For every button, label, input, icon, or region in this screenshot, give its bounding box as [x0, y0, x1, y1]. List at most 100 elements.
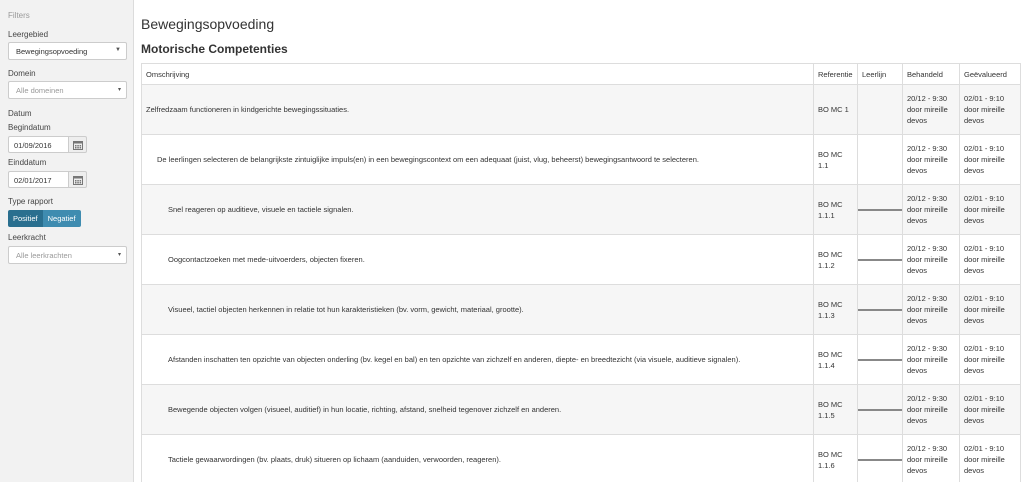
referentie-line: BO MC — [818, 199, 843, 209]
referentie-line: BO MC — [818, 249, 843, 259]
geevalueerd-line: 02/01 - 9:10 — [964, 94, 1005, 103]
referentie-line: 1.1.3 — [818, 310, 835, 320]
referentie-line: BO MC — [818, 299, 843, 309]
referentie-cell: BO MC 1.1.1 — [813, 184, 858, 235]
geevalueerd-cell: 02/01 - 9:10 door mireille devos — [959, 84, 1021, 135]
referentie-line: BO MC 1 — [818, 105, 849, 114]
geevalueerd-line: devos — [964, 466, 985, 475]
col-header-omschrijving: Omschrijving — [141, 63, 814, 85]
geevalueerd-cell: 02/01 - 9:10 door mireille devos — [959, 134, 1021, 185]
behandeld-line: door mireille — [907, 305, 948, 314]
referentie-line: BO MC — [818, 399, 843, 409]
geevalueerd-line: 02/01 - 9:10 — [964, 344, 1005, 353]
einddatum-label: Einddatum — [8, 158, 47, 167]
behandeld-line: door mireille — [907, 405, 948, 414]
behandeld-cell: 20/12 - 9:30 door mireille devos — [902, 384, 960, 435]
domein-select[interactable]: Alle domeinen ▾ — [8, 81, 127, 99]
table-row[interactable]: Visueel, tactiel objecten herkennen in r… — [141, 284, 1021, 335]
einddatum-calendar-button[interactable] — [69, 171, 87, 188]
behandeld-line: 20/12 - 9:30 — [907, 294, 948, 303]
referentie-line: 1.1 — [818, 160, 829, 170]
leerlijn-bar — [858, 359, 902, 361]
omschrijving-cell: Bewegende objecten volgen (visueel, audi… — [141, 384, 814, 435]
calendar-icon — [73, 176, 83, 185]
geevalueerd-line: door mireille — [964, 105, 1005, 114]
omschrijving-cell: Zelfredzaam functioneren in kindgerichte… — [141, 84, 814, 135]
domein-placeholder: Alle domeinen — [16, 86, 64, 95]
referentie-line: 1.1.4 — [818, 360, 835, 370]
table-row[interactable]: Afstanden inschatten ten opzichte van ob… — [141, 334, 1021, 385]
negatief-button[interactable]: Negatief — [42, 210, 81, 227]
behandeld-line: 20/12 - 9:30 — [907, 94, 948, 103]
table-row[interactable]: Bewegende objecten volgen (visueel, audi… — [141, 384, 1021, 435]
referentie-cell: BO MC 1.1.6 — [813, 434, 858, 482]
geevalueerd-line: 02/01 - 9:10 — [964, 394, 1005, 403]
datum-label: Datum — [8, 109, 32, 118]
table-row[interactable]: De leerlingen selecteren de belangrijkst… — [141, 134, 1021, 185]
geevalueerd-line: 02/01 - 9:10 — [964, 244, 1005, 253]
referentie-line: BO MC — [818, 449, 843, 459]
col-header-geevalueerd: Geëvalueerd — [959, 63, 1021, 85]
einddatum-input[interactable]: 02/01/2017 — [8, 171, 69, 188]
leerlijn-cell — [857, 334, 903, 385]
behandeld-line: devos — [907, 216, 928, 225]
leerkracht-placeholder: Alle leerkrachten — [16, 251, 72, 260]
leerlijn-cell — [857, 134, 903, 185]
omschrijving-cell: Visueel, tactiel objecten herkennen in r… — [141, 284, 814, 335]
table-row[interactable]: Snel reageren op auditieve, visuele en t… — [141, 184, 1021, 235]
referentie-line: 1.1.1 — [818, 210, 835, 220]
type-rapport-toggle: Positief Negatief — [8, 210, 81, 227]
omschrijving-cell: Tactiele gewaarwordingen (bv. plaats, dr… — [141, 434, 814, 482]
caret-down-icon: ▼ — [115, 47, 121, 53]
leerkracht-label: Leerkracht — [8, 233, 46, 242]
geevalueerd-cell: 02/01 - 9:10 door mireille devos — [959, 384, 1021, 435]
behandeld-cell: 20/12 - 9:30 door mireille devos — [902, 234, 960, 285]
behandeld-line: 20/12 - 9:30 — [907, 344, 948, 353]
begindatum-label: Begindatum — [8, 123, 51, 132]
calendar-icon — [73, 141, 83, 150]
referentie-cell: BO MC 1 — [813, 84, 858, 135]
behandeld-line: 20/12 - 9:30 — [907, 394, 948, 403]
leerkracht-select[interactable]: Alle leerkrachten ▾ — [8, 246, 127, 264]
leergebied-value: Bewegingsopvoeding — [16, 47, 88, 56]
geevalueerd-line: 02/01 - 9:10 — [964, 144, 1005, 153]
referentie-line: 1.1.5 — [818, 410, 835, 420]
geevalueerd-cell: 02/01 - 9:10 door mireille devos — [959, 334, 1021, 385]
geevalueerd-cell: 02/01 - 9:10 door mireille devos — [959, 434, 1021, 482]
table-row[interactable]: Zelfredzaam functioneren in kindgerichte… — [141, 84, 1021, 135]
behandeld-line: devos — [907, 466, 928, 475]
type-rapport-label: Type rapport — [8, 197, 53, 206]
behandeld-line: door mireille — [907, 105, 948, 114]
leerlijn-bar — [858, 459, 902, 461]
leergebied-select[interactable]: Bewegingsopvoeding ▼ — [8, 42, 127, 60]
geevalueerd-line: devos — [964, 266, 985, 275]
positief-button[interactable]: Positief — [8, 210, 43, 227]
leerlijn-cell — [857, 384, 903, 435]
geevalueerd-cell: 02/01 - 9:10 door mireille devos — [959, 234, 1021, 285]
behandeld-line: devos — [907, 266, 928, 275]
leerlijn-bar — [858, 409, 902, 411]
referentie-cell: BO MC 1.1.3 — [813, 284, 858, 335]
leerlijn-bar — [858, 309, 902, 311]
behandeld-cell: 20/12 - 9:30 door mireille devos — [902, 284, 960, 335]
col-header-leerlijn: Leerlijn — [857, 63, 903, 85]
geevalueerd-line: 02/01 - 9:10 — [964, 444, 1005, 453]
begindatum-input[interactable]: 01/09/2016 — [8, 136, 69, 153]
caret-down-icon: ▾ — [117, 87, 121, 93]
leerlijn-bar — [858, 209, 902, 211]
begindatum-calendar-button[interactable] — [69, 136, 87, 153]
referentie-cell: BO MC 1.1 — [813, 134, 858, 185]
geevalueerd-line: door mireille — [964, 455, 1005, 464]
geevalueerd-line: door mireille — [964, 305, 1005, 314]
main-content: Bewegingsopvoeding Motorische Competenti… — [134, 0, 1024, 482]
page-title: Bewegingsopvoeding — [141, 16, 275, 32]
table-row[interactable]: Tactiele gewaarwordingen (bv. plaats, dr… — [141, 434, 1021, 482]
geevalueerd-line: devos — [964, 216, 985, 225]
geevalueerd-line: devos — [964, 166, 985, 175]
geevalueerd-line: 02/01 - 9:10 — [964, 294, 1005, 303]
geevalueerd-line: door mireille — [964, 155, 1005, 164]
geevalueerd-line: door mireille — [964, 205, 1005, 214]
leerlijn-cell — [857, 84, 903, 135]
behandeld-line: devos — [907, 316, 928, 325]
table-row[interactable]: Oogcontactzoeken met mede-uitvoerders, o… — [141, 234, 1021, 285]
